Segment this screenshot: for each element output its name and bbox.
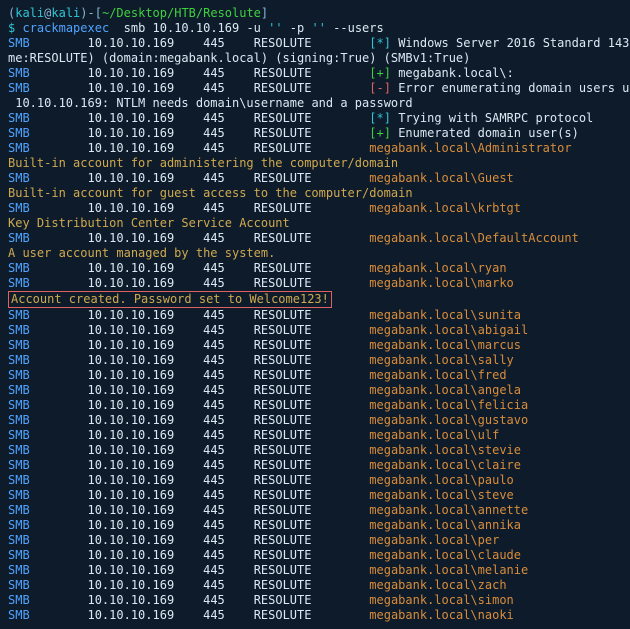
row-annika: SMB 10.10.10.169 445 RESOLUTE megabank.l… [8,518,521,532]
header-builtin-guest: Built-in account for guest access to the… [8,186,413,200]
header-default: A user account managed by the system. [8,246,275,260]
row-annette: SMB 10.10.10.169 445 RESOLUTE megabank.l… [8,503,528,517]
row-fred: SMB 10.10.10.169 445 RESOLUTE megabank.l… [8,368,507,382]
row-felicia: SMB 10.10.10.169 445 RESOLUTE megabank.l… [8,398,528,412]
row-claude: SMB 10.10.10.169 445 RESOLUTE megabank.l… [8,548,521,562]
row-melanie: SMB 10.10.10.169 445 RESOLUTE megabank.l… [8,563,528,577]
row-marko: SMB 10.10.10.169 445 RESOLUTE megabank.l… [8,276,514,290]
row-krbtgt: SMB 10.10.10.169 445 RESOLUTE megabank.l… [8,201,521,215]
row-claire: SMB 10.10.10.169 445 RESOLUTE megabank.l… [8,458,521,472]
row-domain: SMB 10.10.10.169 445 RESOLUTE [+] megaba… [8,66,514,80]
row-samrpc: SMB 10.10.10.169 445 RESOLUTE [*] Trying… [8,111,593,125]
row-simon: SMB 10.10.10.169 445 RESOLUTE megabank.l… [8,593,514,607]
row-per: SMB 10.10.10.169 445 RESOLUTE megabank.l… [8,533,499,547]
row-server2: me:RESOLUTE) (domain:megabank.local) (si… [8,51,470,65]
row-paulo: SMB 10.10.10.169 445 RESOLUTE megabank.l… [8,473,514,487]
row-error2: 10.10.10.169: NTLM needs domain\username… [8,96,413,110]
row-gustavo: SMB 10.10.10.169 445 RESOLUTE megabank.l… [8,413,528,427]
header-krbtgt: Key Distribution Center Service Account [8,216,290,230]
highlighted-password: Account created. Password set to Welcome… [8,292,332,306]
row-naoki: SMB 10.10.10.169 445 RESOLUTE megabank.l… [8,608,514,622]
row-guest: SMB 10.10.10.169 445 RESOLUTE megabank.l… [8,171,514,185]
command-line[interactable]: $ crackmapexec smb 10.10.10.169 -u '' -p… [8,21,384,35]
row-sunita: SMB 10.10.10.169 445 RESOLUTE megabank.l… [8,308,521,322]
row-zach: SMB 10.10.10.169 445 RESOLUTE megabank.l… [8,578,507,592]
row-default: SMB 10.10.10.169 445 RESOLUTE megabank.l… [8,231,579,245]
prompt-line: (kali@kali)-[~/Desktop/HTB/Resolute] [8,6,268,20]
row-enum: SMB 10.10.10.169 445 RESOLUTE [+] Enumer… [8,126,579,140]
row-ryan: SMB 10.10.10.169 445 RESOLUTE megabank.l… [8,261,507,275]
row-steve: SMB 10.10.10.169 445 RESOLUTE megabank.l… [8,488,514,502]
row-stevie: SMB 10.10.10.169 445 RESOLUTE megabank.l… [8,443,521,457]
row-sally: SMB 10.10.10.169 445 RESOLUTE megabank.l… [8,353,514,367]
row-angela: SMB 10.10.10.169 445 RESOLUTE megabank.l… [8,383,521,397]
row-server: SMB 10.10.10.169 445 RESOLUTE [*] Window… [8,36,630,50]
row-ulf: SMB 10.10.10.169 445 RESOLUTE megabank.l… [8,428,499,442]
row-error: SMB 10.10.10.169 445 RESOLUTE [-] Error … [8,81,630,95]
terminal-output: (kali@kali)-[~/Desktop/HTB/Resolute] $ c… [0,0,630,629]
row-marcus: SMB 10.10.10.169 445 RESOLUTE megabank.l… [8,338,521,352]
header-builtin-admin: Built-in account for administering the c… [8,156,398,170]
row-admin: SMB 10.10.10.169 445 RESOLUTE megabank.l… [8,141,572,155]
row-abigail: SMB 10.10.10.169 445 RESOLUTE megabank.l… [8,323,528,337]
